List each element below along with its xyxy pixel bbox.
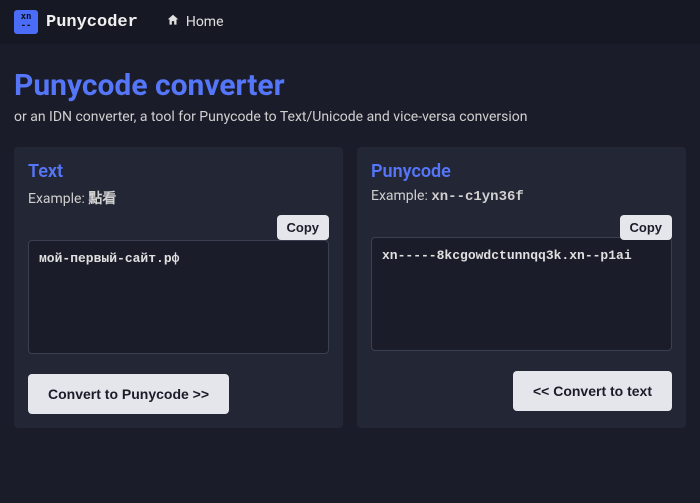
example-value: 點看 bbox=[88, 192, 116, 208]
converter-panels: Text Example: 點看 Copy Convert to Punycod… bbox=[0, 133, 700, 442]
page-heading: Punycode converter or an IDN converter, … bbox=[0, 44, 700, 133]
example-value: xn--c1yn36f bbox=[431, 189, 523, 205]
brand-logo[interactable]: xn-- Punycoder bbox=[14, 10, 138, 34]
example-prefix: Example: bbox=[371, 188, 431, 204]
home-label: Home bbox=[186, 14, 224, 30]
home-icon bbox=[166, 13, 180, 31]
convert-to-text-button[interactable]: << Convert to text bbox=[513, 371, 672, 411]
text-input[interactable] bbox=[28, 240, 329, 354]
convert-to-punycode-button[interactable]: Convert to Punycode >> bbox=[28, 374, 229, 414]
punycode-input[interactable] bbox=[371, 237, 672, 351]
logo-icon: xn-- bbox=[14, 10, 38, 34]
page-title: Punycode converter bbox=[14, 68, 686, 103]
text-panel: Text Example: 點看 Copy Convert to Punycod… bbox=[14, 147, 343, 428]
punycode-panel: Punycode Example: xn--c1yn36f Copy << Co… bbox=[357, 147, 686, 428]
copy-text-button[interactable]: Copy bbox=[277, 215, 330, 240]
navbar: xn-- Punycoder Home bbox=[0, 0, 700, 44]
copy-punycode-button[interactable]: Copy bbox=[620, 215, 673, 240]
punycode-panel-title: Punycode bbox=[371, 161, 672, 182]
text-panel-title: Text bbox=[28, 161, 329, 182]
page-subtitle: or an IDN converter, a tool for Punycode… bbox=[14, 109, 686, 125]
text-example: Example: 點看 bbox=[28, 188, 329, 208]
punycode-example: Example: xn--c1yn36f bbox=[371, 188, 672, 205]
example-prefix: Example: bbox=[28, 191, 88, 207]
brand-name: Punycoder bbox=[46, 13, 138, 32]
home-link[interactable]: Home bbox=[166, 13, 224, 31]
